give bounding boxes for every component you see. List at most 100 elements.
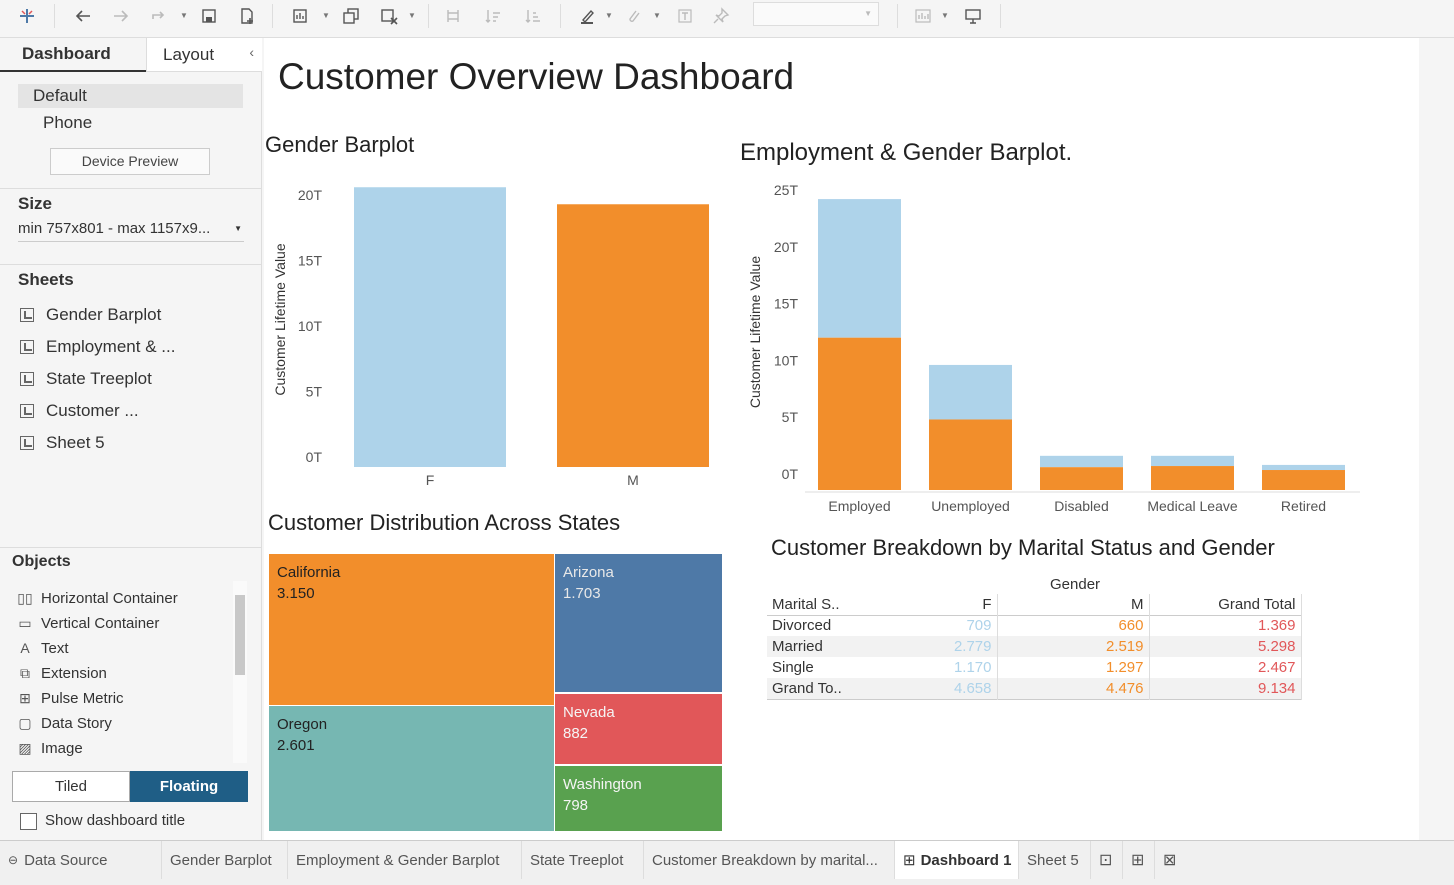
labels-icon[interactable] [672,3,698,29]
table-cell[interactable]: 2.467 [1149,657,1302,678]
table-header-cell[interactable]: M [997,594,1150,615]
treemap-tile-arizona[interactable]: Arizona 1.703 [555,554,722,692]
chevron-down-icon: ▼ [234,224,242,233]
tab-dashboard[interactable]: Dashboard [0,38,146,72]
tab-label: Data Source [24,851,108,869]
sheet-item-sheet5[interactable]: Sheet 5 [20,431,105,455]
object-image[interactable]: ▨ Image [16,737,82,759]
table-row-header[interactable]: Grand To.. [767,678,877,699]
tab-gender-barplot[interactable]: Gender Barplot [162,841,288,879]
table-cell[interactable]: 5.298 [1149,636,1302,657]
scrollbar-thumb[interactable] [235,595,245,675]
object-vertical-container[interactable]: ▭ Vertical Container [16,612,159,634]
show-me-icon[interactable] [910,3,936,29]
size-dropdown[interactable]: min 757x801 - max 1157x9... ▼ [18,220,244,242]
device-phone[interactable]: Phone [43,111,92,135]
new-dashboard-tab-icon[interactable]: ⊞ [1123,841,1155,879]
object-text[interactable]: A Text [16,637,68,659]
tab-sheet-5[interactable]: Sheet 5 [1019,841,1091,879]
table-row-header[interactable]: Single [767,657,877,678]
collapse-icon[interactable]: ‹ [249,44,254,60]
sheet-item-gender-barplot[interactable]: Gender Barplot [20,303,161,327]
treemap-tile-washington[interactable]: Washington 798 [555,766,722,831]
new-worksheet-tab-icon[interactable]: ⊡ [1091,841,1123,879]
x-tick-label: Employed [828,498,890,514]
tableau-logo-icon[interactable] [14,3,40,29]
object-data-story[interactable]: ▢ Data Story [16,712,112,734]
bar-medical-leave-male[interactable] [1151,466,1234,490]
table-cell[interactable]: 9.134 [1149,678,1302,699]
bar-retired-male[interactable] [1262,470,1345,490]
sort-descending-icon[interactable] [520,3,546,29]
clear-sheet-icon[interactable] [376,3,402,29]
new-worksheet-icon[interactable] [288,3,314,29]
bar-employed-male[interactable] [818,337,901,490]
pulse-metric-icon: ⊞ [19,689,31,706]
table-row-header[interactable]: Married [767,636,877,657]
x-tick-label: M [627,472,639,488]
tiled-toggle[interactable]: Tiled [12,771,130,802]
table-cell[interactable]: 1.369 [1149,615,1302,636]
tab-customer-breakdown[interactable]: Customer Breakdown by marital... [644,841,895,879]
tab-data-source[interactable]: ⊖ Data Source [0,841,162,879]
object-horizontal-container[interactable]: ▯▯ Horizontal Container [16,587,177,609]
tab-state-treeplot[interactable]: State Treeplot [522,841,644,879]
presentation-icon[interactable] [960,3,986,29]
database-icon: ⊖ [8,853,19,867]
object-extension[interactable]: ⧉ Extension [16,662,107,684]
treemap-tile-oregon[interactable]: Oregon 2.601 [269,706,554,831]
table-header-cell[interactable]: Grand Total [1149,594,1302,615]
objects-scrollbar[interactable] [233,581,247,763]
fit-dropdown[interactable]: ▼ [753,2,879,26]
device-preview-button[interactable]: Device Preview [50,148,210,175]
object-pulse-metric[interactable]: ⊞ Pulse Metric [16,687,123,709]
floating-toggle[interactable]: Floating [130,771,248,802]
treemap-tile-california[interactable]: California 3.150 [269,554,554,705]
new-story-tab-icon[interactable]: ⊠ [1155,841,1187,879]
table-cell[interactable]: 4.476 [997,678,1150,699]
device-default[interactable]: Default [18,84,243,108]
duplicate-icon[interactable] [338,3,364,29]
swap-icon[interactable] [440,3,466,29]
sheet-item-state-treeplot[interactable]: State Treeplot [20,367,152,391]
new-data-source-icon[interactable] [234,3,260,29]
treemap-tile-nevada[interactable]: Nevada 882 [555,694,722,764]
bar-retired-female[interactable] [1262,464,1345,471]
table-cell[interactable]: 1.170 [877,657,998,678]
sort-ascending-icon[interactable] [480,3,506,29]
bar-unemployed-female[interactable] [929,364,1012,420]
redo-icon[interactable] [108,3,134,29]
table-cell[interactable]: 2.779 [877,636,998,657]
y-tick-label: 10T [774,352,799,368]
undo-icon[interactable] [70,3,96,29]
tab-dashboard-1[interactable]: ⊞ Dashboard 1 [895,841,1019,879]
table-cell[interactable]: 660 [997,615,1150,636]
table-header-cell[interactable]: F [877,594,998,615]
group-icon[interactable] [620,3,646,29]
tab-layout[interactable]: Layout ‹ [146,38,262,72]
bar-F[interactable] [354,187,506,467]
table-cell[interactable]: 4.658 [877,678,998,699]
sheet-item-employment[interactable]: Employment & ... [20,335,175,359]
table-row-header[interactable]: Divorced [767,615,877,636]
bar-unemployed-male[interactable] [929,419,1012,490]
sheet-item-customer[interactable]: Customer ... [20,399,139,423]
table-cell[interactable]: 1.297 [997,657,1150,678]
y-tick-label: 25T [774,182,799,198]
table-cell[interactable]: 709 [877,615,998,636]
table-cell[interactable]: 2.519 [997,636,1150,657]
show-title-checkbox[interactable] [20,813,37,830]
table-header-cell[interactable]: Marital S.. [767,594,877,615]
object-label: Extension [41,664,107,682]
replay-icon[interactable] [146,3,172,29]
bar-disabled-female[interactable] [1040,455,1123,468]
tab-employment-barplot[interactable]: Employment & Gender Barplot [288,841,522,879]
highlight-icon[interactable] [574,3,600,29]
save-icon[interactable] [196,3,222,29]
bar-M[interactable] [557,204,709,467]
objects-heading: Objects [12,553,71,570]
bar-medical-leave-female[interactable] [1151,455,1234,467]
bar-disabled-male[interactable] [1040,467,1123,490]
bar-employed-female[interactable] [818,199,901,338]
pin-icon[interactable] [708,3,734,29]
